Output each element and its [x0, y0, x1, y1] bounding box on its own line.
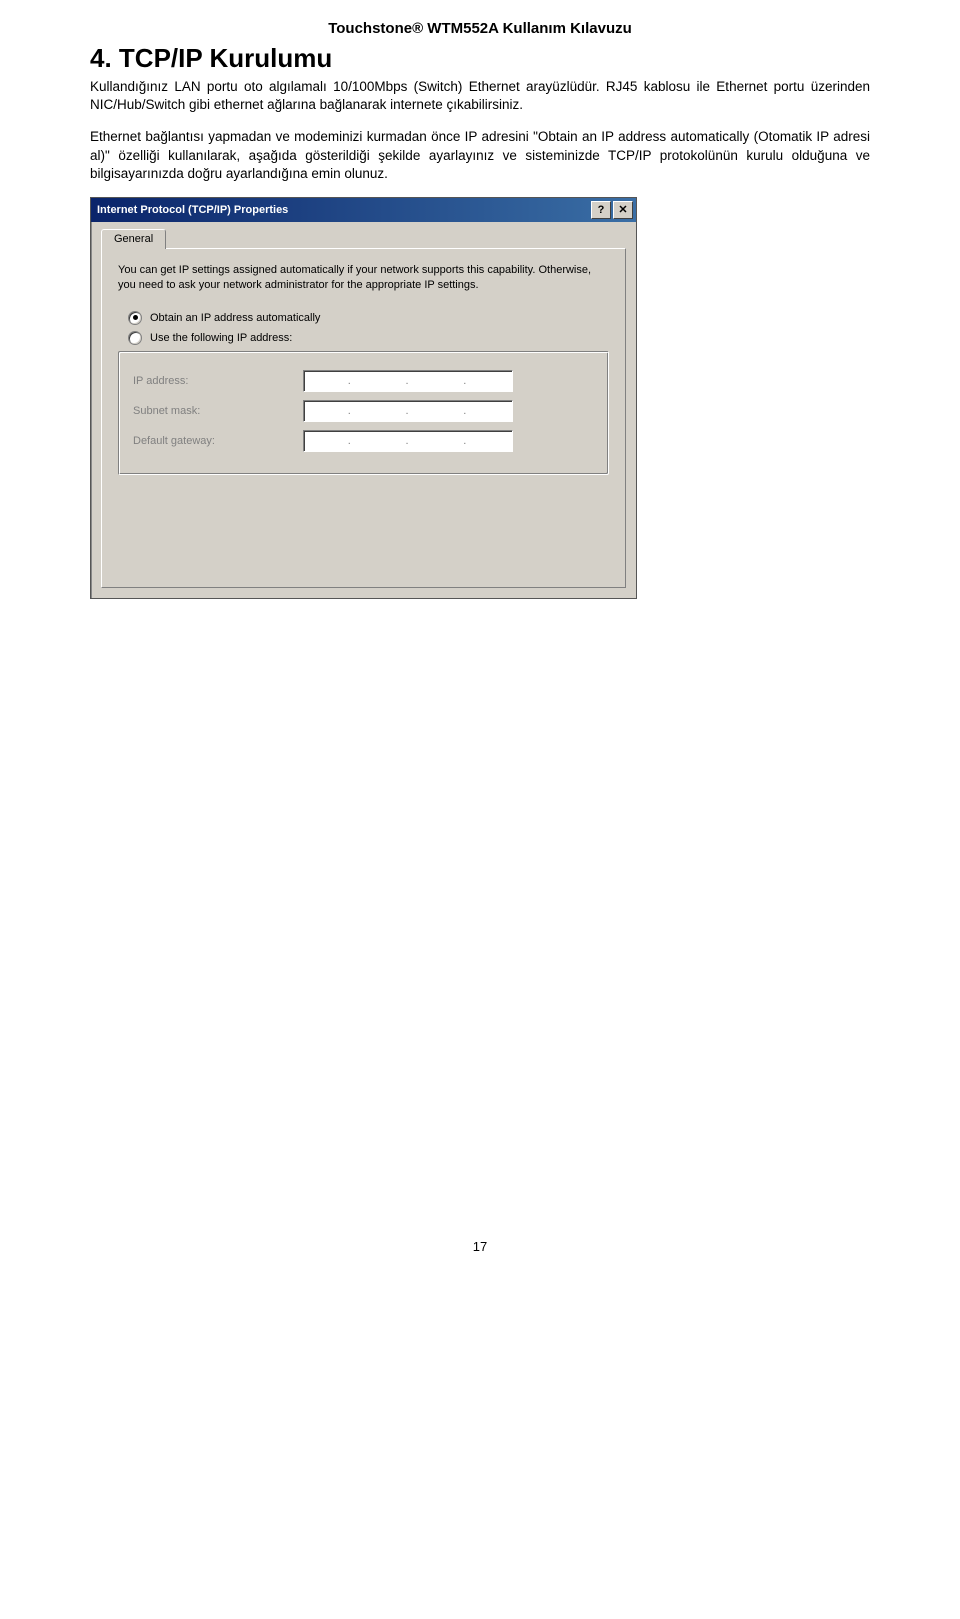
label-default-gateway: Default gateway:	[133, 435, 303, 447]
radio-label: Obtain an IP address automatically	[150, 312, 320, 324]
tab-strip: General	[91, 222, 636, 248]
ip-fields-group: IP address: ... Subnet mask: ... Default…	[118, 351, 609, 475]
radio-icon	[128, 311, 142, 325]
row-ip-address: IP address: ...	[133, 370, 594, 392]
radio-icon	[128, 331, 142, 345]
label-ip-address: IP address:	[133, 375, 303, 387]
label-subnet-mask: Subnet mask:	[133, 405, 303, 417]
dialog-titlebar: Internet Protocol (TCP/IP) Properties ? …	[91, 198, 636, 222]
row-subnet-mask: Subnet mask: ...	[133, 400, 594, 422]
input-subnet-mask[interactable]: ...	[303, 400, 513, 422]
document-header: Touchstone® WTM552A Kullanım Kılavuzu	[90, 20, 870, 37]
dialog-description: You can get IP settings assigned automat…	[118, 263, 608, 293]
help-button[interactable]: ?	[591, 201, 611, 219]
row-default-gateway: Default gateway: ...	[133, 430, 594, 452]
page-container: Touchstone® WTM552A Kullanım Kılavuzu 4.…	[0, 0, 960, 1294]
input-ip-address[interactable]: ...	[303, 370, 513, 392]
tab-general[interactable]: General	[101, 229, 166, 249]
radio-use-following[interactable]: Use the following IP address:	[128, 331, 609, 345]
tab-panel-general: You can get IP settings assigned automat…	[101, 248, 626, 588]
dialog-title: Internet Protocol (TCP/IP) Properties	[97, 204, 591, 216]
page-number: 17	[90, 1239, 870, 1254]
input-default-gateway[interactable]: ...	[303, 430, 513, 452]
section-heading: 4. TCP/IP Kurulumu	[90, 43, 870, 74]
paragraph-1: Kullandığınız LAN portu oto algılamalı 1…	[90, 78, 870, 114]
paragraph-2: Ethernet bağlantısı yapmadan ve modemini…	[90, 128, 870, 183]
radio-obtain-auto[interactable]: Obtain an IP address automatically	[128, 311, 609, 325]
tcpip-properties-dialog: Internet Protocol (TCP/IP) Properties ? …	[90, 197, 637, 599]
close-button[interactable]: ✕	[613, 201, 633, 219]
radio-label: Use the following IP address:	[150, 332, 292, 344]
